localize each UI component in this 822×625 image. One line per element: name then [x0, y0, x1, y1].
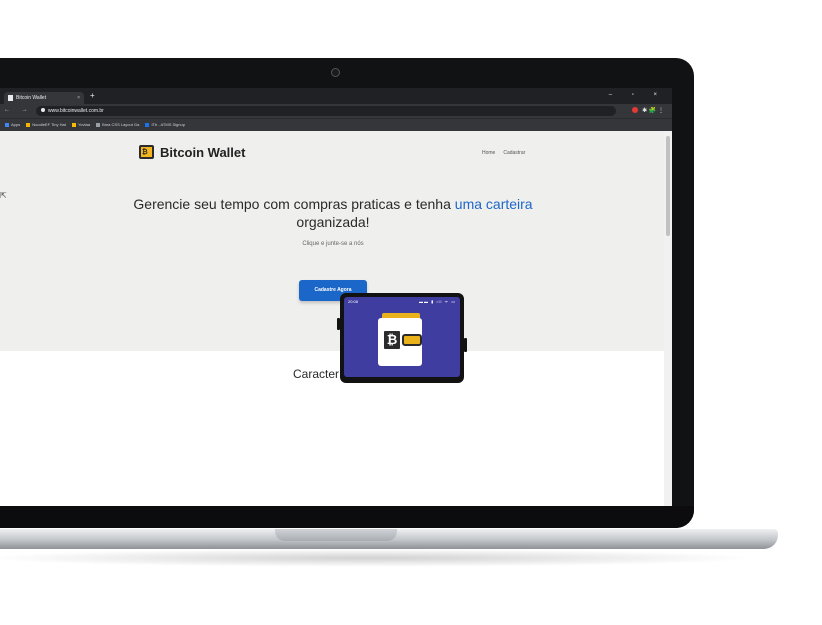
tab-close-icon[interactable]: ×: [77, 92, 80, 104]
browser-address-bar: ← → C www.bitcoinwallet.com.br ✱ 🧩 ⋮: [0, 104, 672, 118]
new-tab-button[interactable]: +: [90, 91, 95, 101]
page-favicon-icon: [8, 94, 13, 101]
extension-record-icon[interactable]: [632, 107, 639, 114]
bookmark-4[interactable]: ITb - ATMS Signup: [145, 119, 185, 131]
scrollbar-thumb[interactable]: [666, 136, 670, 236]
laptop-opening-notch: [275, 529, 397, 541]
bookmark-favicon-icon: [26, 122, 31, 127]
tab-title: Bitcoin Wallet: [16, 95, 47, 101]
extensions-area[interactable]: ✱ 🧩 ⋮: [632, 106, 664, 116]
laptop-bezel-bottom: [0, 506, 694, 528]
browser-tab-bar: Bitcoin Wallet × + – ▫ ×: [0, 88, 672, 104]
web-page: ⇱ ₿ Bitcoin Wallet Home Cadastrar Gerenci…: [0, 131, 664, 506]
laptop-camera: [331, 68, 340, 77]
phone-side-button: [464, 338, 467, 352]
hero-subtext: Clique e junte-se a nós: [302, 241, 364, 247]
folder-icon: [71, 122, 76, 127]
window-controls[interactable]: – ▫ ×: [609, 92, 666, 98]
lock-icon: [41, 108, 45, 112]
site-logo[interactable]: ₿ Bitcoin Wallet: [139, 143, 245, 161]
bookmark-2[interactable]: Yovtaa: [71, 119, 90, 131]
url-text: www.bitcoinwallet.com.br: [48, 108, 104, 114]
hero-headline: Gerencie seu tempo com compras praticas …: [133, 196, 533, 230]
wallet-logo-icon: ₿: [139, 145, 154, 159]
bookmark-favicon-icon: [96, 122, 101, 127]
bookmark-3[interactable]: Bma CSS Layout Ga: [96, 119, 139, 131]
nav-home[interactable]: Home: [482, 150, 495, 156]
mouse-cursor-icon: ⇱: [0, 191, 7, 200]
hero-section: ⇱ ₿ Bitcoin Wallet Home Cadastrar Gerenci…: [0, 131, 664, 351]
phone-screen: 20:08 ▬▬ ▮ ıll ᯤ ▭ ₿: [344, 297, 460, 377]
phone-time: 20:08: [348, 299, 359, 304]
phone-status-icons: ▬▬ ▮ ıll ᯤ ▭: [419, 299, 456, 304]
bookmark-1[interactable]: NoodleEF Tiny Hat: [26, 119, 66, 131]
logo-text: Bitcoin Wallet: [160, 144, 246, 160]
nav-cadastrar[interactable]: Cadastrar: [503, 150, 525, 156]
bookmark-favicon-icon: [145, 122, 150, 127]
wallet-clasp-icon: [402, 334, 422, 346]
extension-icons[interactable]: ✱ 🧩 ⋮: [642, 108, 664, 114]
browser-tab[interactable]: Bitcoin Wallet ×: [4, 92, 84, 104]
bookmarks-bar: Apps NoodleEF Tiny Hat Yovtaa Bma CSS La…: [0, 118, 672, 131]
features-heading: Características: [292, 367, 374, 381]
laptop-shadow: [0, 549, 760, 567]
laptop-screen: Bitcoin Wallet × + – ▫ × ← → C www.bitco…: [0, 88, 672, 506]
headline-highlight: uma carteira: [454, 196, 533, 212]
bitcoin-icon: ₿: [384, 331, 400, 349]
top-nav: Home Cadastrar: [482, 150, 533, 156]
bookmark-apps[interactable]: Apps: [5, 119, 20, 131]
url-input[interactable]: www.bitcoinwallet.com.br: [36, 106, 616, 116]
apps-grid-icon: [5, 122, 9, 127]
